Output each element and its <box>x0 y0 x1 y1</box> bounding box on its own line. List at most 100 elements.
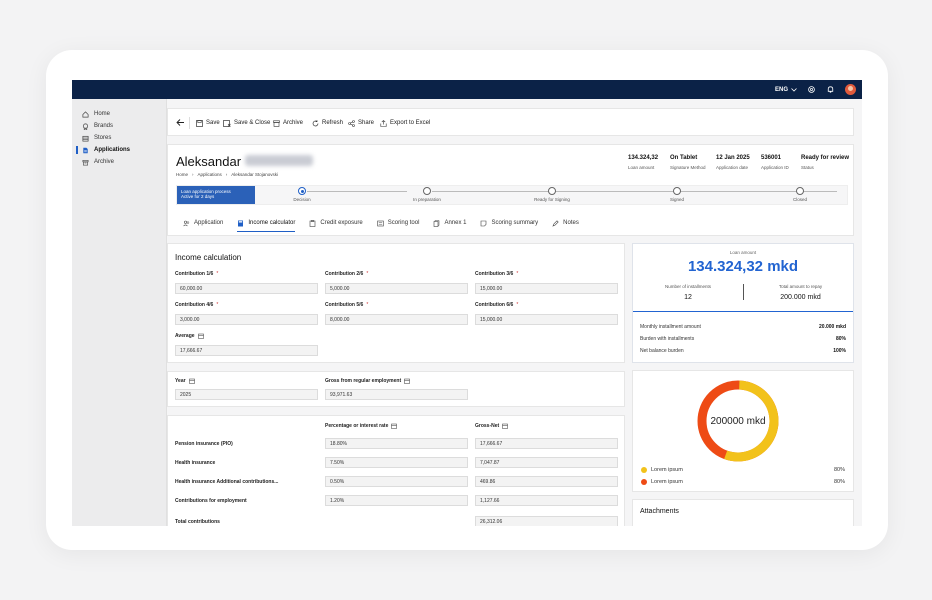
contribution-6-input[interactable]: 15,000.00 <box>475 314 618 325</box>
summary-value: 536001 <box>761 155 782 161</box>
process-stage-label: Loan application process Active for 2 da… <box>177 186 255 204</box>
field-label: Contribution 4/6 <box>175 302 214 308</box>
contribution-1-label: Contribution 1/6 * <box>175 271 218 277</box>
sidebar-item-archive[interactable]: Archive <box>82 157 114 167</box>
rate-input[interactable]: 18.80% <box>325 438 468 449</box>
share-button[interactable]: Share <box>348 118 374 128</box>
contribution-4-input[interactable]: 3,000.00 <box>175 314 318 325</box>
amount-input: 7,047.87 <box>475 457 618 468</box>
bell-icon[interactable] <box>826 85 835 94</box>
amount-input: 469.86 <box>475 476 618 487</box>
divider <box>743 284 744 300</box>
required-marker: * <box>366 271 369 277</box>
breadcrumb-applications[interactable]: Applications <box>198 172 222 177</box>
summary-label: Application date <box>716 165 749 170</box>
chevron-right-icon: › <box>192 172 194 177</box>
year-input[interactable]: 2025 <box>175 389 318 400</box>
step-label: Ready for Signing <box>534 197 570 202</box>
tab-annex-1[interactable]: Annex 1 <box>426 217 473 229</box>
language-label: ENG <box>774 86 788 93</box>
calendar-icon <box>404 378 410 384</box>
step-decision[interactable]: Decision <box>257 187 347 202</box>
monthly-installment-row: Monthly installment amount 20.000 mkd <box>640 324 846 330</box>
contribution-3-input[interactable]: 15,000.00 <box>475 283 618 294</box>
amount-input: 17,666.67 <box>475 438 618 449</box>
tab-scoring-tool[interactable]: Scoring tool <box>370 217 427 229</box>
legend-value: 80% <box>833 467 845 473</box>
archive-button[interactable]: Archive <box>273 118 303 128</box>
contribution-1-input[interactable]: 60,000.00 <box>175 283 318 294</box>
process-stepper: Loan application process Active for 2 da… <box>176 185 848 205</box>
step-circle-icon <box>548 187 556 195</box>
legend-swatch <box>641 479 647 485</box>
field-label: Gross from regular employment <box>325 378 402 384</box>
export-excel-button[interactable]: Export to Excel <box>380 118 430 128</box>
tab-income-calculator[interactable]: Income calculator <box>230 217 302 232</box>
summary-value: 12 Jan 2025 <box>716 155 750 161</box>
summary-status: Ready for review Status <box>801 155 849 170</box>
calendar-icon <box>188 378 195 384</box>
sidebar-item-applications[interactable]: Applications <box>82 145 130 155</box>
avatar[interactable] <box>845 84 856 95</box>
step-in-preparation[interactable]: In preparation <box>382 187 472 202</box>
installment-burden-row: Burden with installments 80% <box>640 336 846 342</box>
step-label: In preparation <box>413 197 441 202</box>
tab-bar: Application Income calculator Credit exp… <box>176 217 586 232</box>
calendar-icon <box>502 423 508 429</box>
sidebar-item-stores[interactable]: Stores <box>82 133 111 143</box>
step-circle-icon <box>796 187 804 195</box>
contribution-5-input[interactable]: 8,000.00 <box>325 314 468 325</box>
average-label: Average <box>175 333 204 339</box>
contribution-2-input[interactable]: 5,000.00 <box>325 283 468 294</box>
amount-input: 1,127.66 <box>475 495 618 506</box>
divider <box>189 117 190 129</box>
breadcrumb-home[interactable]: Home <box>176 172 188 177</box>
language-selector[interactable]: ENG <box>775 87 797 93</box>
back-arrow-icon[interactable] <box>176 118 185 127</box>
archive-label: Archive <box>283 120 304 126</box>
contribution-6-label: Contribution 6/6 * <box>475 302 518 308</box>
column-header: Gross-Net <box>475 423 500 429</box>
refresh-icon <box>312 119 319 126</box>
gross-employment-input[interactable]: 93,971.63 <box>325 389 468 400</box>
breadcrumb: Home › Applications › Aleksandar Stojano… <box>176 172 278 177</box>
save-button[interactable]: Save <box>196 118 220 128</box>
sidebar-item-label: Archive <box>94 159 115 165</box>
step-signed[interactable]: Signed <box>632 187 722 202</box>
step-ready-for-signing[interactable]: Ready for Signing <box>507 187 597 202</box>
rate-input[interactable]: 7.50% <box>325 457 468 468</box>
command-toolbar: Save Save & Close Archive Refresh Share … <box>167 108 854 136</box>
refresh-button[interactable]: Refresh <box>312 118 343 128</box>
tab-label: Scoring summary <box>491 220 539 226</box>
field-label: Average <box>175 333 195 339</box>
rate-input[interactable]: 1.20% <box>325 495 468 506</box>
sidebar-item-label: Brands <box>94 123 114 129</box>
field-label: Contribution 2/6 <box>325 271 364 277</box>
summary-label: Application ID <box>761 165 789 170</box>
table-row-label: Pension insurance (PIO) <box>175 441 233 447</box>
top-bar-actions: ENG <box>775 83 856 96</box>
gear-icon[interactable] <box>807 85 816 94</box>
installments-value: 12 <box>684 294 692 301</box>
column-header: Percentage or interest rate <box>325 423 389 429</box>
rate-input[interactable]: 0.50% <box>325 476 468 487</box>
tab-scoring-summary[interactable]: Scoring summary <box>473 217 545 229</box>
row-value: 20.000 mkd <box>819 324 846 330</box>
share-label: Share <box>358 120 375 126</box>
gross-employment-label: Gross from regular employment <box>325 378 410 384</box>
tab-application[interactable]: Application <box>176 217 230 229</box>
sidebar-item-brands[interactable]: Brands <box>82 121 113 131</box>
home-icon <box>82 110 89 117</box>
process-subtitle: Active for 2 days <box>181 194 215 199</box>
field-label: Year <box>175 378 186 384</box>
attachments-title: Attachments <box>640 508 679 515</box>
document-icon <box>83 147 88 153</box>
tab-notes[interactable]: Notes <box>545 217 586 229</box>
contribution-4-label: Contribution 4/6 * <box>175 302 218 308</box>
step-closed[interactable]: Closed <box>755 187 845 202</box>
save-close-button[interactable]: Save & Close <box>223 118 270 128</box>
sidebar-item-home[interactable]: Home <box>82 109 110 119</box>
step-label: Decision <box>293 197 311 202</box>
app-window: ENG Home Brands Stores Applications Arch… <box>72 80 862 526</box>
tab-credit-exposure[interactable]: Credit exposure <box>302 217 369 229</box>
